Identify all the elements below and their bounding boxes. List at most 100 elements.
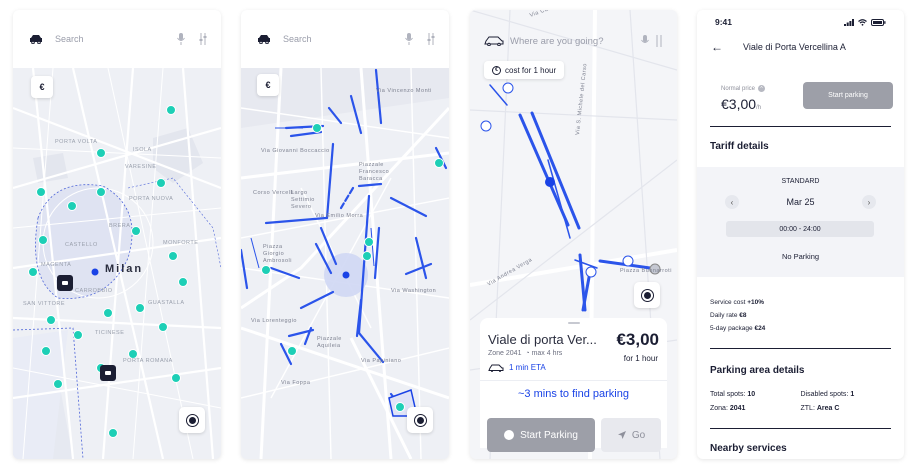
parking-area-title: Parking area details [710, 365, 805, 376]
service-cost-row: Service cost +10% [710, 299, 764, 306]
eta-text: 1 min ETA [509, 363, 546, 372]
prev-date-chevron-icon[interactable]: ‹ [725, 195, 739, 209]
package-row: 5-day package €24 [710, 325, 765, 332]
car-icon [488, 364, 504, 372]
map-label: BRERA [109, 223, 131, 229]
map-label: Largo Settimio Severo [291, 190, 315, 210]
time-range-chip: 00:00 - 24:00 [726, 221, 874, 237]
disabled-spots-value: 1 [850, 391, 855, 398]
car-icon[interactable] [255, 30, 273, 48]
normal-price-value: €3,00/h [721, 96, 761, 112]
zone-value: 2041 [729, 405, 746, 412]
locate-me-button[interactable] [407, 407, 433, 433]
map-label: PORTA NUOVA [129, 196, 174, 202]
go-button[interactable]: Go [601, 418, 661, 452]
signal-icon [844, 18, 854, 26]
total-spots: Total spots: 10 [710, 391, 801, 398]
back-arrow-icon[interactable]: ← [711, 40, 723, 54]
tariff-type: STANDARD [781, 178, 820, 185]
filter-sliders-icon[interactable] [197, 32, 209, 46]
page-header: ← Viale di Porta Vercellina A [697, 34, 904, 60]
normal-price-text: Normal price [721, 85, 756, 92]
search-input[interactable]: Where are you going? [510, 36, 635, 47]
map-label: TICINESE [95, 330, 125, 336]
search-bar[interactable]: Where are you going? [484, 30, 663, 52]
zone-number: Zone 2041 [488, 350, 522, 357]
car-icon[interactable] [484, 36, 504, 46]
locate-me-button[interactable] [634, 282, 660, 308]
map-label: Piazzale Aquileia [317, 336, 342, 349]
cost-for-hour-chip[interactable]: € cost for 1 hour [484, 61, 565, 79]
price-amount: €3,00 [721, 96, 757, 112]
start-parking-button[interactable]: Start parking [803, 82, 893, 109]
zone-label: Zona: [710, 405, 728, 412]
no-parking-text: No Parking [781, 252, 820, 261]
locate-me-button[interactable] [179, 407, 205, 433]
start-parking-label: Start Parking [520, 429, 578, 441]
search-input[interactable]: Search [55, 34, 165, 44]
service-cost-label: Service cost [710, 299, 746, 306]
microphone-icon[interactable] [641, 35, 649, 47]
next-date-chevron-icon[interactable]: › [861, 195, 876, 209]
eta-row: 1 min ETA [488, 363, 546, 372]
map-label: Via Washington [391, 288, 437, 294]
search-input[interactable]: Search [283, 34, 393, 44]
disabled-spots-label: Disabled spots: [800, 391, 849, 398]
start-parking-button[interactable]: Start Parking [487, 418, 595, 452]
ztl-value: Area C [816, 405, 840, 412]
city-label: Milan [105, 263, 144, 275]
tariff-section-title: Tariff details [710, 141, 769, 152]
map-label: Piazza Giorgio Ambrosoli [263, 244, 292, 264]
ztl: ZTL: Area C [801, 405, 892, 412]
navigation-arrow-icon [617, 431, 626, 439]
search-bar[interactable]: Search [13, 10, 221, 68]
ztl-label: ZTL: [800, 405, 815, 412]
microphone-icon[interactable] [175, 32, 187, 46]
target-icon [643, 291, 651, 299]
microphone-icon[interactable] [403, 32, 415, 46]
euro-circle-icon: € [492, 65, 501, 75]
status-bar: 9:41 [697, 10, 904, 34]
normal-price-label: Normal price ^ [721, 85, 766, 92]
wifi-icon [858, 18, 867, 26]
service-cost-value: +10% [747, 299, 765, 306]
map-label: VARESINE [125, 164, 157, 170]
map-label: PORTA ROMANA [123, 358, 173, 364]
spots-row: Total spots: 10 Disabled spots: 1 [710, 391, 891, 398]
price-toggle-button[interactable]: € [257, 74, 279, 96]
map-label: SAN VITTORE [23, 301, 66, 307]
parking-price: €3,00 [616, 330, 659, 349]
price-toggle-button[interactable]: € [31, 76, 53, 98]
zone-row: Zona: 2041 ZTL: Area C [710, 405, 891, 412]
map-label: Via Lorenteggio [251, 318, 297, 324]
status-time: 9:41 [715, 17, 733, 27]
divider [480, 380, 667, 381]
daily-rate-value: €8 [739, 312, 747, 319]
filter-sliders-icon[interactable] [655, 35, 663, 47]
map-label: Via Foppa [281, 380, 311, 386]
go-label: Go [631, 429, 646, 441]
package-label: 5-day package [710, 325, 753, 332]
map-view[interactable]: Piazzale Francesco Baracca Corso Vercell… [241, 68, 449, 459]
map-label: Via Emilio Morra [315, 213, 364, 219]
search-bar[interactable]: Search [241, 10, 449, 68]
daily-rate-row: Daily rate €8 [710, 312, 747, 319]
sheet-handle[interactable] [567, 322, 580, 324]
package-value: €24 [754, 325, 766, 332]
nearby-services-title: Nearby services [710, 443, 787, 454]
divider [710, 428, 891, 429]
battery-icon [871, 18, 886, 26]
help-icon[interactable]: ^ [758, 85, 766, 92]
car-icon[interactable] [27, 30, 45, 48]
map-label: Piazza Buonarroti [620, 268, 672, 274]
map-label: Corso Vercelli [253, 190, 294, 196]
map-label: CASTELLO [65, 242, 98, 248]
total-spots-label: Total spots: [710, 391, 746, 398]
clock-icon: ◔ [525, 350, 530, 357]
map-label: GUASTALLA [148, 300, 185, 306]
divider [710, 348, 891, 349]
parking-detail-map-screen: Via Andrea Verga Via S. Michele del Cars… [470, 10, 677, 459]
disabled-spots: Disabled spots: 1 [801, 391, 892, 398]
page-title: Viale di Porta Vercellina A [743, 42, 846, 52]
filter-sliders-icon[interactable] [425, 32, 437, 46]
